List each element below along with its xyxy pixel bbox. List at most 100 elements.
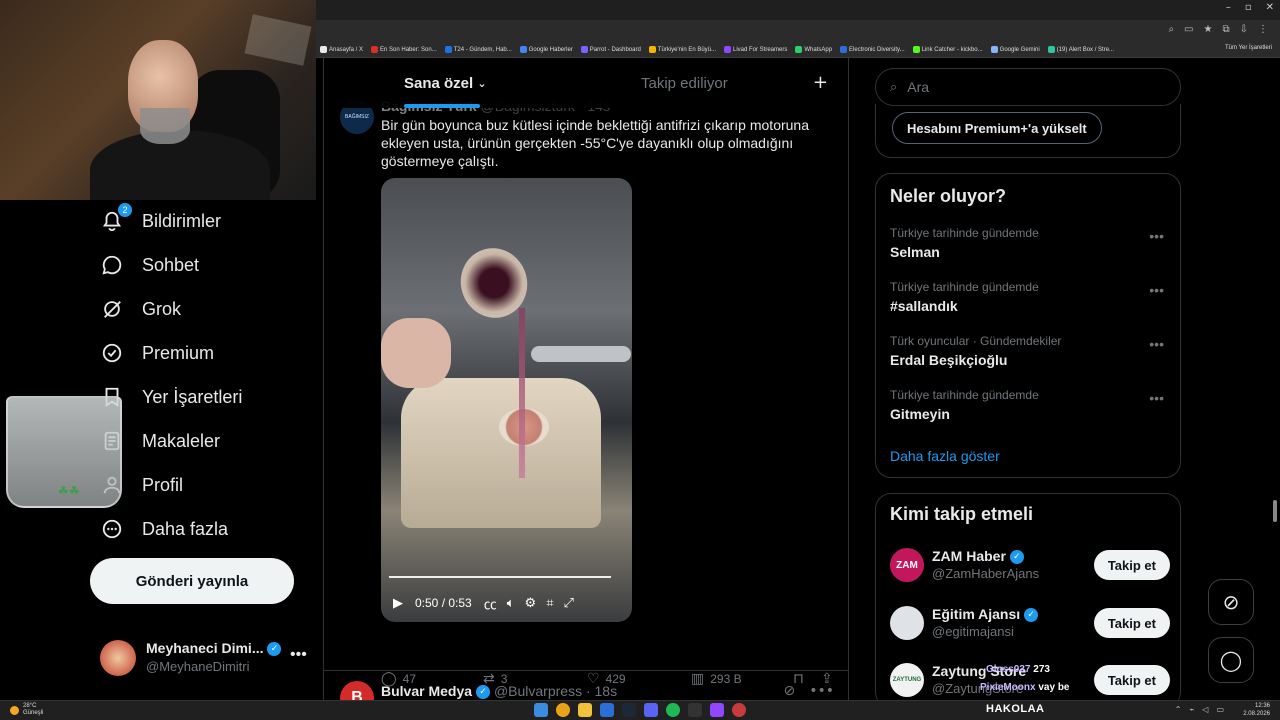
nav-item-chat[interactable]: Sohbet [100, 250, 199, 280]
messages-fab-button[interactable]: ◯ [1208, 637, 1254, 683]
bookmark-item[interactable]: Electronic Diversity... [840, 46, 905, 53]
account-switcher[interactable]: Meyhaneci Dimi... ✓ @MeyhaneDimitri ••• [100, 638, 316, 678]
close-icon[interactable]: ✕ [1266, 2, 1274, 13]
volume-icon[interactable]: 🔈︎ [507, 596, 515, 611]
extensions-icon[interactable]: ⧉ [1222, 24, 1229, 35]
settings-icon[interactable]: ⚙ [525, 596, 537, 611]
bookmark-item[interactable]: Anasayfa / X [320, 46, 363, 53]
nav-item-grok[interactable]: Grok [100, 294, 181, 324]
bookmark-item[interactable]: Livad For Streamers [724, 46, 787, 53]
tab-following[interactable]: Takip ediliyor [641, 58, 728, 108]
show-more-link[interactable]: Daha fazla göster [890, 448, 1000, 464]
avatar[interactable]: ZAYTUNG [890, 663, 924, 697]
suggestion-item[interactable]: ZAM ZAM Haber ✓ @ZamHaberAjans Takip et [890, 546, 1170, 586]
epic-icon[interactable] [688, 703, 702, 717]
taskbar-apps [534, 703, 746, 717]
bookmark-item[interactable]: Link Catcher - kickbo... [912, 46, 983, 53]
who-to-follow-title: Kimi takip etmeli [890, 504, 1034, 524]
webcam-overlay [0, 0, 316, 200]
grok-icon [100, 297, 124, 321]
more-dots-icon[interactable]: ••• [809, 683, 834, 699]
bookmark-item[interactable]: En Son Haber: Son... [371, 46, 437, 53]
avatar[interactable]: ZAM [890, 548, 924, 582]
downloads-icon[interactable]: ⇩ [1240, 24, 1248, 35]
bookmark-item[interactable]: T24 - Gündem, Hab... [444, 46, 512, 53]
bookmark-item[interactable]: Google Haberler [519, 46, 573, 53]
bookmark-item[interactable]: Google Gemini [990, 46, 1040, 53]
more-dots-icon[interactable]: ••• [1149, 390, 1164, 406]
chrome-icon[interactable] [556, 703, 570, 717]
more-dots-icon[interactable]: ••• [1149, 282, 1164, 298]
all-bookmarks-folder[interactable]: Tüm Yer İşaretleri [1225, 45, 1272, 51]
suggestion-handle: @ZamHaberAjans [932, 566, 1040, 581]
trend-item[interactable]: Türk oyuncular · Gündemdekiler Erdal Beş… [890, 334, 1170, 378]
folder-icon[interactable] [578, 703, 592, 717]
plus-icon[interactable]: + [813, 72, 828, 93]
video-progress-bar[interactable] [389, 576, 611, 578]
post-button[interactable]: Gönderi yayınla [90, 558, 294, 604]
nav-item-more[interactable]: Daha fazla [100, 514, 228, 544]
nav-label: Profil [142, 474, 184, 495]
tweet-video[interactable]: ▶ 0:50 / 0:53 ㏄ 🔈︎ ⚙ ⌗ ⤢ [381, 178, 632, 622]
trend-item[interactable]: Türkiye tarihinde gündemde #sallandık ••… [890, 280, 1170, 324]
discord-icon[interactable] [644, 703, 658, 717]
search-input[interactable]: ⌕ Ara [875, 68, 1181, 106]
crop-icon[interactable]: ⌗ [546, 596, 553, 611]
grok-fab-button[interactable]: ⊘ [1208, 579, 1254, 625]
network-icon[interactable]: ⌁ [1189, 705, 1194, 714]
follow-button[interactable]: Takip et [1093, 550, 1170, 580]
tab-for-you[interactable]: Sana özel ⌄ [404, 58, 487, 108]
windows-start-icon[interactable] [534, 703, 548, 717]
upgrade-premium-button[interactable]: Hesabını Premium+'a yükselt [892, 112, 1102, 144]
weather-widget[interactable]: 28°C Güneşli [10, 703, 43, 717]
follow-button[interactable]: Takip et [1093, 665, 1170, 695]
tweet-avatar[interactable]: B [340, 681, 374, 700]
system-tray: ⌃ ⌁ ◁ ▭ [1175, 705, 1224, 714]
favicon-icon [444, 46, 452, 53]
bookmark-item[interactable]: WhatsApp [795, 46, 832, 53]
tweet[interactable]: BAĞIMSIZ Bağımsız Türk @Bagimsizturk · 1… [324, 94, 848, 698]
more-dots-icon[interactable]: ••• [1149, 228, 1164, 244]
tweet[interactable]: B Bulvar Medya ✓ @Bulvarpress · 18s ⊘ ••• [324, 670, 848, 700]
taskbar-clock[interactable]: 12:36 2.08.2026 [1243, 702, 1270, 718]
star-icon[interactable]: ★ [1204, 24, 1213, 35]
address-bar[interactable]: ⌕ ▭ ★ ⧉ ⇩ ⋮ [316, 20, 1280, 42]
play-icon[interactable]: ▶ [393, 596, 403, 611]
steam-icon[interactable] [622, 703, 636, 717]
chevron-up-icon[interactable]: ⌃ [1175, 705, 1182, 714]
spotify-icon[interactable] [666, 703, 680, 717]
store-icon[interactable] [600, 703, 614, 717]
obs-icon[interactable] [732, 703, 746, 717]
suggestion-item[interactable]: Eğitim Ajansı ✓ @egitimajansi Takip et [890, 604, 1170, 644]
tweet-author[interactable]: Bulvar Medya [381, 683, 472, 699]
nav-label: Grok [142, 298, 182, 319]
volume-icon[interactable]: ◁ [1202, 705, 1208, 714]
premium-card: Hesabını Premium+'a yükselt [875, 104, 1181, 158]
more-dots-icon[interactable]: ••• [290, 646, 307, 664]
grok-icon[interactable]: ⊘ [783, 683, 795, 699]
video-time: 0:50 / 0:53 [415, 596, 472, 610]
more-dots-icon[interactable]: ••• [1149, 336, 1164, 352]
nav-item-notifications[interactable]: 2 Bildirimler [100, 203, 221, 236]
trends-title: Neler oluyor? [890, 186, 1007, 206]
minimize-icon[interactable]: – [1226, 2, 1231, 13]
bookmark-item[interactable]: Türkiye'nin En Büyü... [648, 46, 716, 53]
captions-icon[interactable]: ㏄ [484, 594, 497, 613]
nav-item-premium[interactable]: Premium [100, 338, 214, 368]
twitch-icon[interactable] [710, 703, 724, 717]
trend-item[interactable]: Türkiye tarihinde gündemde Gitmeyin ••• [890, 388, 1170, 432]
bookmark-label: Türkiye'nin En Büyü... [657, 46, 716, 53]
fullscreen-icon[interactable]: ⤢ [564, 596, 574, 611]
follow-button[interactable]: Takip et [1093, 608, 1170, 638]
zoom-icon[interactable]: ⌕ [1168, 24, 1174, 35]
cast-icon[interactable]: ▭ [1184, 24, 1193, 35]
scrollbar[interactable] [1273, 500, 1277, 522]
avatar[interactable] [890, 606, 924, 640]
maximize-icon[interactable]: ▫ [1245, 2, 1252, 13]
battery-icon[interactable]: ▭ [1216, 705, 1224, 714]
menu-icon[interactable]: ⋮ [1258, 24, 1268, 35]
bookmark-item[interactable]: (19) Alert Box / Stre... [1047, 46, 1114, 53]
trend-item[interactable]: Türkiye tarihinde gündemde Selman ••• [890, 226, 1170, 270]
favicon-icon [580, 46, 588, 53]
bookmark-item[interactable]: Parrot - Dashboard [580, 46, 641, 53]
